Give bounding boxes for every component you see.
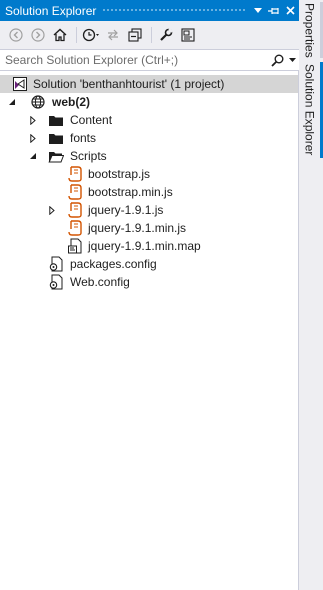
- back-icon[interactable]: [6, 25, 26, 45]
- tree-item-bootstrap-js[interactable]: bootstrap.js: [0, 165, 298, 183]
- preview-icon[interactable]: [178, 25, 198, 45]
- project-label: web(2): [52, 95, 91, 109]
- jquery-min-js-label: jquery-1.9.1.min.js: [88, 221, 187, 235]
- search-options-dropdown-icon[interactable]: [285, 57, 299, 63]
- tab-properties[interactable]: Properties: [299, 2, 323, 58]
- properties-wrench-icon[interactable]: [156, 25, 176, 45]
- jquery-js-label: jquery-1.9.1.js: [88, 203, 164, 217]
- content-folder-label: Content: [70, 113, 113, 127]
- jquery-min-map-label: jquery-1.9.1.min.map: [88, 239, 201, 253]
- title-grip[interactable]: [102, 8, 245, 13]
- search-icon[interactable]: [269, 54, 285, 67]
- solution-explorer-window: Solution Explorer Search Solution Explor…: [0, 0, 323, 590]
- title-bar[interactable]: Solution Explorer: [0, 0, 299, 21]
- tree-item-fonts-folder[interactable]: fonts: [0, 129, 298, 147]
- panel-title: Solution Explorer: [5, 3, 97, 18]
- tree-item-web-config[interactable]: Web.config: [0, 273, 298, 291]
- window-position-dropdown-icon[interactable]: [251, 3, 265, 19]
- search-input[interactable]: Search Solution Explorer (Ctrl+;): [5, 53, 269, 67]
- bootstrap-js-label: bootstrap.js: [88, 167, 151, 181]
- collapse-all-icon[interactable]: [125, 25, 145, 45]
- search-bar[interactable]: Search Solution Explorer (Ctrl+;): [0, 49, 299, 71]
- toolbar: [0, 21, 299, 49]
- folder-icon: [48, 130, 64, 146]
- tab-solution-explorer[interactable]: Solution Explorer: [299, 62, 323, 158]
- solution-tree: Solution 'benthanhtourist' (1 project) w…: [0, 75, 298, 291]
- solution-icon: [12, 76, 28, 92]
- collapsed-arrow-icon[interactable]: [28, 115, 38, 125]
- solution-explorer-panel: Solution Explorer Search Solution Explor…: [0, 0, 299, 590]
- side-tab-strip: Properties Solution Explorer: [299, 0, 323, 590]
- toolbar-separator: [76, 27, 77, 43]
- tree-item-scripts-folder[interactable]: Scripts: [0, 147, 298, 165]
- folder-icon: [48, 112, 64, 128]
- forward-icon[interactable]: [28, 25, 48, 45]
- tab-properties-label: Properties: [302, 2, 317, 58]
- packages-config-label: packages.config: [70, 257, 157, 271]
- sync-icon[interactable]: [103, 25, 123, 45]
- web-project-globe-icon: [30, 94, 46, 110]
- tree-item-content-folder[interactable]: Content: [0, 111, 298, 129]
- tree-item-solution[interactable]: Solution 'benthanhtourist' (1 project): [0, 75, 298, 93]
- map-file-icon: [67, 238, 83, 254]
- pin-icon[interactable]: [267, 3, 281, 19]
- home-icon[interactable]: [50, 25, 70, 45]
- javascript-file-icon: [67, 184, 83, 200]
- collapsed-arrow-icon[interactable]: [47, 205, 57, 215]
- javascript-file-icon: [67, 166, 83, 182]
- config-file-icon: [48, 274, 64, 290]
- expanded-arrow-icon[interactable]: [28, 151, 38, 161]
- tab-solution-explorer-label: Solution Explorer: [302, 64, 317, 156]
- tree-item-packages-config[interactable]: packages.config: [0, 255, 298, 273]
- close-icon[interactable]: [283, 3, 297, 19]
- config-file-icon: [48, 256, 64, 272]
- fonts-folder-label: fonts: [70, 131, 97, 145]
- expanded-arrow-icon[interactable]: [7, 97, 17, 107]
- tree-item-project[interactable]: web(2): [0, 93, 298, 111]
- javascript-file-icon: [67, 220, 83, 236]
- scripts-folder-label: Scripts: [70, 149, 107, 163]
- tree-item-jquery-js[interactable]: jquery-1.9.1.js: [0, 201, 298, 219]
- tree-item-bootstrap-min-js[interactable]: bootstrap.min.js: [0, 183, 298, 201]
- toolbar-separator: [151, 27, 152, 43]
- collapsed-arrow-icon[interactable]: [28, 133, 38, 143]
- web-config-label: Web.config: [70, 275, 130, 289]
- javascript-file-icon: [67, 202, 83, 218]
- solution-label: Solution 'benthanhtourist' (1 project): [33, 77, 225, 91]
- history-icon[interactable]: [81, 25, 101, 45]
- tree-item-jquery-min-map[interactable]: jquery-1.9.1.min.map: [0, 237, 298, 255]
- open-folder-icon: [48, 148, 64, 164]
- bootstrap-min-js-label: bootstrap.min.js: [88, 185, 173, 199]
- tree-item-jquery-min-js[interactable]: jquery-1.9.1.min.js: [0, 219, 298, 237]
